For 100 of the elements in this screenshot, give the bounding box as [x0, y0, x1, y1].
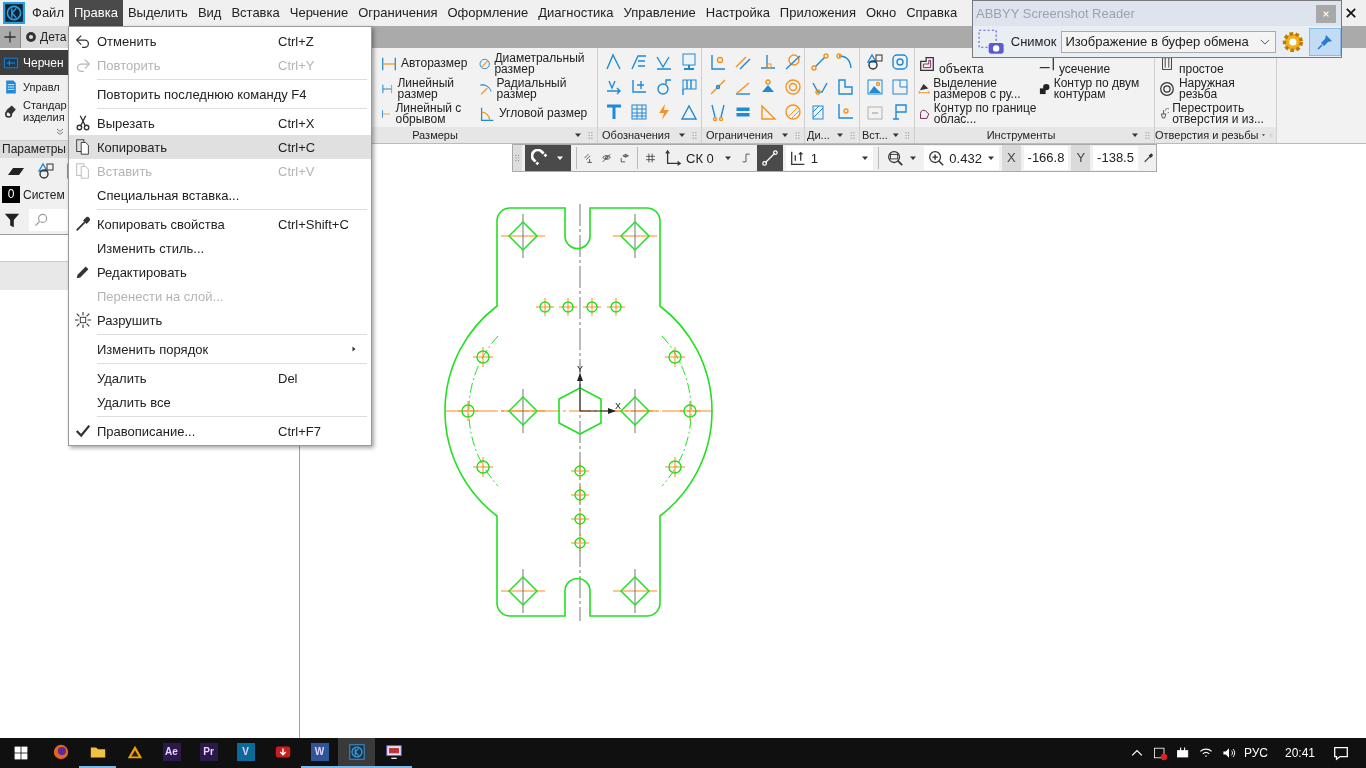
clock-time[interactable]: 20:41	[1284, 746, 1315, 760]
hole-circle	[558, 297, 578, 317]
menu-bar-item[interactable]: Оформление	[442, 0, 534, 26]
flag-pointer-icon[interactable]	[890, 102, 910, 122]
taskbar-button[interactable]	[338, 738, 375, 768]
taskbar-button[interactable]: Pr	[190, 738, 227, 768]
taskbar-button[interactable]: V	[227, 738, 264, 768]
table-icon[interactable]	[629, 102, 649, 122]
menu-bar-item[interactable]: Ограничения	[353, 0, 443, 26]
zoom-field[interactable]: 0.432	[924, 146, 999, 170]
menu-bar-item[interactable]: Вставка	[226, 0, 285, 26]
menu-bar-item[interactable]: Файл	[27, 0, 69, 26]
picture-icon[interactable]	[865, 77, 885, 97]
close-icon[interactable]	[1344, 6, 1358, 20]
right-triangle-icon[interactable]	[758, 102, 778, 122]
grip-dots-icon[interactable]	[1143, 130, 1152, 140]
circle-flag-icon[interactable]	[654, 77, 674, 97]
menu-bar-item[interactable]: Настройка	[700, 0, 775, 26]
menu-item[interactable]: Правописание... Ctrl+F7	[69, 419, 371, 443]
coordinate-system-dropdown[interactable]: СК 0	[661, 146, 736, 170]
command-button[interactable]: Линейный размер	[380, 76, 478, 101]
triangle-marker-icon[interactable]	[679, 102, 699, 122]
menu-bar-item[interactable]: Выделить	[122, 0, 193, 26]
mode-dropdown[interactable]: Изображение в буфер обмена	[1061, 30, 1276, 53]
language-indicator[interactable]: РУС	[1243, 746, 1268, 760]
menu-bar-item[interactable]: Правка	[68, 0, 123, 26]
command-button[interactable]: Угловой размер	[478, 101, 594, 126]
menu-bar-item[interactable]: Справка	[901, 0, 963, 26]
pin-button[interactable]	[1309, 27, 1341, 56]
camera-capture-icon[interactable]	[978, 28, 1006, 55]
security-icon[interactable]	[1151, 745, 1168, 761]
grid-frame-icon[interactable]	[679, 77, 699, 97]
corner-shape-icon[interactable]	[835, 77, 855, 97]
framed-symbol-icon[interactable]	[679, 52, 699, 72]
menu-bar-item[interactable]: Диагностика	[533, 0, 619, 26]
close-button[interactable]	[1316, 4, 1336, 23]
menu-item[interactable]: Копировать Ctrl+C	[69, 135, 371, 159]
windows-start-icon[interactable]	[13, 745, 29, 761]
axes-node-icon[interactable]	[835, 102, 855, 122]
snap-toggle-button[interactable]	[524, 145, 571, 171]
round-mode-button[interactable]	[756, 145, 783, 171]
menu-item[interactable]: Изменить порядок	[69, 337, 371, 361]
tangent-circle-icon[interactable]	[783, 52, 803, 72]
command-button[interactable]: простое	[1158, 51, 1276, 76]
notification-icon[interactable]	[1332, 744, 1350, 762]
menu-item[interactable]: Вырезать Ctrl+X	[69, 111, 371, 135]
fixed-point-icon[interactable]	[708, 52, 728, 72]
command-button[interactable]: Контур по границе облас...	[918, 101, 1038, 126]
rounded-square-icon[interactable]	[890, 52, 910, 72]
battery-plug-icon[interactable]	[1174, 745, 1191, 761]
y-coordinate-field[interactable]: -138.5	[1093, 146, 1138, 170]
vertical-pair-icon[interactable]	[708, 102, 728, 122]
gear-icon[interactable]	[1280, 29, 1305, 54]
menu-item[interactable]: Удалить все	[69, 390, 371, 414]
step-dropdown[interactable]: 1	[785, 146, 873, 170]
menu-item[interactable]: Разрушить	[69, 308, 371, 332]
menu-bar-item[interactable]: Черчение	[284, 0, 354, 26]
command-button[interactable]: Радиальный размер	[478, 76, 594, 101]
part-icon	[24, 30, 38, 44]
text-tool-icon[interactable]	[604, 102, 624, 122]
menu-item[interactable]: Повторить последнюю команду F4	[69, 82, 371, 106]
command-button[interactable]: Контур по двум контурам	[1038, 76, 1153, 101]
menu-item[interactable]: Специальная вставка...	[69, 183, 371, 207]
shapes-icon[interactable]	[865, 52, 885, 72]
menu-item[interactable]: Изменить стиль...	[69, 236, 371, 260]
menu-bar-item[interactable]: Приложения	[774, 0, 861, 26]
command-button[interactable]: Перестроить отверстия и из...	[1158, 101, 1276, 126]
hatched-circle-icon[interactable]	[783, 102, 803, 122]
menu-bar-item[interactable]: Вид	[192, 0, 227, 26]
command-button[interactable]: объекта	[918, 51, 1038, 76]
command-button[interactable]: Диаметральный размер	[478, 51, 594, 76]
angle-lines-icon[interactable]	[604, 52, 624, 72]
command-button[interactable]: Авторазмер	[380, 51, 478, 76]
menu-item[interactable]: Копировать свойства Ctrl+Shift+C	[69, 212, 371, 236]
x-coordinate-field[interactable]: -166.8	[1023, 146, 1069, 170]
filter-icon[interactable]	[3, 211, 21, 229]
plus-icon[interactable]	[2, 29, 18, 45]
command-button[interactable]: Наружная резьба	[1158, 76, 1276, 101]
grip-dots-icon[interactable]	[690, 130, 699, 140]
command-button[interactable]: Линейный с обрывом	[380, 101, 478, 126]
shapes-icon[interactable]	[36, 160, 56, 181]
grip-dots-icon[interactable]	[903, 130, 912, 140]
node-link-icon[interactable]	[810, 52, 830, 72]
hole-circle	[664, 346, 686, 368]
menu-bar-item[interactable]: Управление	[618, 0, 701, 26]
diagonal-line-icon[interactable]	[708, 77, 728, 97]
grip-dots-icon[interactable]	[848, 130, 857, 140]
leader-lines-icon[interactable]	[629, 52, 649, 72]
menu-item[interactable]: Редактировать	[69, 260, 371, 284]
menu-item[interactable]: Удалить Del	[69, 366, 371, 390]
grip-dots-icon[interactable]	[513, 145, 522, 171]
perpendicular-icon[interactable]	[758, 52, 778, 72]
app-logo-icon[interactable]	[3, 2, 25, 24]
menu-bar-item[interactable]: Окно	[860, 0, 902, 26]
concentric-circles-icon[interactable]	[783, 77, 803, 97]
grip-dots-icon[interactable]	[586, 130, 595, 140]
grip-dots-icon[interactable]	[793, 130, 802, 140]
dotted-page-icon[interactable]	[890, 77, 910, 97]
command-button[interactable]: Выделение размеров с ру...	[918, 76, 1038, 101]
taskbar-button[interactable]: Ae	[153, 738, 190, 768]
